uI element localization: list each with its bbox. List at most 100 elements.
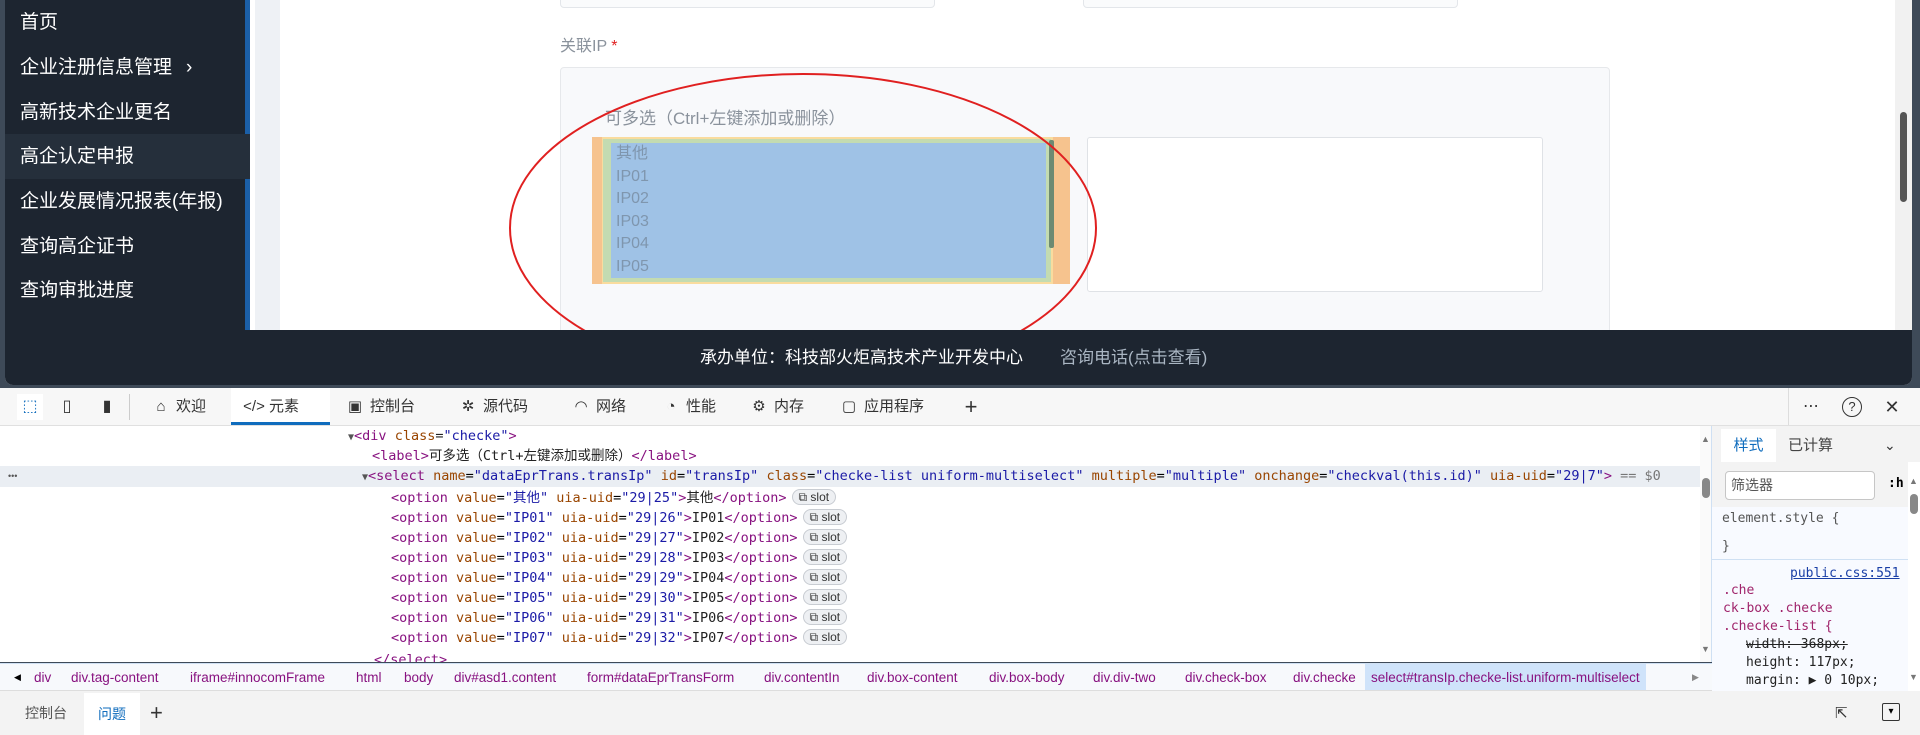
tab-computed[interactable]: 已计算	[1788, 429, 1833, 462]
node-actions-ellipsis[interactable]: •••	[8, 466, 17, 487]
stylesheet-source-link[interactable]: public.css:551	[1790, 564, 1900, 584]
option-text: IP05	[691, 590, 725, 606]
slot-badge[interactable]: ⧉ slot	[802, 529, 848, 545]
dom-node-option[interactable]: <option value="IP05" uia-uid="29|30">IP0…	[391, 588, 848, 608]
slot-badge[interactable]: ⧉ slot	[802, 549, 848, 565]
slot-label: slot	[821, 630, 841, 644]
scroll-down-icon[interactable]: ▼	[1909, 672, 1918, 682]
add-drawer-tab-icon[interactable]: +	[150, 691, 163, 735]
dom-node-option[interactable]: <option value="IP06" uia-uid="29|31">IP0…	[391, 608, 848, 628]
dom-node-option[interactable]: <option value="IP01" uia-uid="29|26">IP0…	[391, 508, 848, 528]
dom-node-label[interactable]: <label>可多选（Ctrl+左键添加或删除）</label>	[372, 446, 697, 466]
css-property[interactable]: height: 117px;	[1746, 653, 1856, 673]
breadcrumb-item[interactable]: div.tag-content	[71, 664, 159, 690]
breadcrumb-item[interactable]: html	[356, 664, 382, 690]
css-property[interactable]: margin: ▶ 0 10px;	[1746, 671, 1879, 691]
css-property-overridden[interactable]: width: 368px;	[1746, 635, 1848, 655]
divider	[1712, 559, 1908, 560]
dock-drawer-icon[interactable]: ⇱	[1835, 704, 1848, 722]
dom-node-div[interactable]: ▼<div class="checke">	[348, 426, 517, 446]
red-annotation-ellipse	[509, 73, 1097, 330]
element-style-rule[interactable]: element.style {	[1722, 509, 1839, 529]
elements-scrollbar[interactable]: ▲ ▼	[1700, 426, 1712, 662]
tab-label: 应用程序	[864, 398, 925, 415]
slot-badge[interactable]: ⧉ slot	[791, 489, 837, 505]
bug-icon: ✲	[461, 398, 475, 415]
dom-node-option[interactable]: <option value="IP02" uia-uid="29|27">IP0…	[391, 528, 848, 548]
drawer-tab-issues[interactable]: 问题	[84, 693, 140, 735]
breadcrumb-item[interactable]: div.div-two	[1093, 664, 1156, 690]
breadcrumb-item[interactable]: select#transIp.checke-list.uniform-multi…	[1365, 664, 1646, 690]
tab-performance[interactable]: ◔ 性能	[660, 388, 716, 425]
add-tab-icon[interactable]: +	[961, 396, 981, 418]
tab-console[interactable]: ▣ 控制台	[344, 388, 415, 425]
divider	[129, 394, 130, 420]
slot-badge[interactable]: ⧉ slot	[802, 589, 848, 605]
breadcrumb-item[interactable]: div.contentIn	[764, 664, 840, 690]
styles-scrollbar[interactable]: ▲ ▼	[1908, 462, 1920, 691]
slot-label: slot	[821, 570, 841, 584]
scroll-down-icon[interactable]: ▼	[1701, 644, 1710, 654]
page-scrollbar[interactable]	[1895, 0, 1912, 330]
breadcrumb-item[interactable]: iframe#innocomFrame	[190, 664, 325, 690]
scroll-up-icon[interactable]: ▲	[1909, 476, 1918, 486]
device-emulation-icon[interactable]: ▯	[57, 397, 77, 417]
console-icon: ▣	[347, 398, 363, 415]
reveal-icon: ⧉	[809, 570, 822, 584]
chevron-down-icon[interactable]: ⌄	[1884, 429, 1896, 462]
breadcrumb-item[interactable]: div.check-box	[1185, 664, 1267, 690]
scrollbar-thumb[interactable]	[1702, 478, 1710, 498]
dom-node-select-close[interactable]: </select>	[374, 650, 447, 662]
tab-styles[interactable]: 样式	[1721, 429, 1776, 462]
reveal-icon: ⧉	[809, 590, 822, 604]
attr-value: IP04	[512, 570, 546, 586]
dom-node-select[interactable]: ▼<select name="dataEprTrans.transIp" id=…	[362, 466, 1661, 486]
option-text: 其他	[686, 490, 714, 506]
attr-value: 29|32	[634, 630, 676, 646]
tab-label: 元素	[269, 398, 300, 415]
scroll-up-icon[interactable]: ▲	[1701, 434, 1710, 444]
scrollbar-thumb[interactable]	[1900, 112, 1907, 202]
slot-label: slot	[810, 490, 830, 504]
styles-filter-input[interactable]: 筛选器	[1725, 471, 1875, 500]
scroll-right-icon[interactable]: ▶	[1692, 664, 1699, 690]
breadcrumb-item[interactable]: div	[34, 664, 51, 690]
css-selector: ck-box .checke	[1723, 601, 1833, 616]
attr-value: 29|29	[634, 570, 676, 586]
tab-application[interactable]: ▢ 应用程序	[838, 388, 924, 425]
inspect-element-icon[interactable]: ⬚	[17, 394, 43, 420]
dom-node-option[interactable]: <option value="IP03" uia-uid="29|28">IP0…	[391, 548, 848, 568]
breadcrumb-item[interactable]: form#dataEprTransForm	[587, 664, 734, 690]
slot-badge[interactable]: ⧉ slot	[802, 509, 848, 525]
tab-memory[interactable]: ⚙ 内存	[748, 388, 804, 425]
dom-node-option[interactable]: <option value="其他" uia-uid="29|25">其他</o…	[391, 488, 837, 508]
hover-state-toggle[interactable]: :h	[1888, 476, 1904, 491]
dom-node-option[interactable]: <option value="IP07" uia-uid="29|32">IP0…	[391, 628, 848, 648]
breadcrumb-item[interactable]: div.box-body	[989, 664, 1065, 690]
attr-value: multiple	[1172, 468, 1238, 484]
scrollbar-thumb[interactable]	[1910, 494, 1918, 514]
scroll-left-icon[interactable]: ◀	[14, 664, 21, 690]
tab-sources[interactable]: ✲ 源代码	[457, 388, 528, 425]
tab-network[interactable]: ◠ 网络	[570, 388, 626, 425]
tab-elements[interactable]: </> 元素	[231, 388, 330, 425]
gauge-icon: ◔	[666, 398, 676, 415]
attr-value: 29|28	[634, 550, 676, 566]
slot-badge[interactable]: ⧉ slot	[802, 609, 848, 625]
drawer-tab-console[interactable]: 控制台	[25, 691, 67, 735]
slot-badge[interactable]: ⧉ slot	[802, 569, 848, 585]
sidebar-toggle-icon[interactable]: ▮	[97, 397, 117, 417]
breadcrumb-item[interactable]: body	[404, 664, 433, 690]
collapse-drawer-icon[interactable]: ▾	[1882, 703, 1900, 721]
tab-welcome[interactable]: ⌂ 欢迎	[150, 388, 206, 425]
slot-badge[interactable]: ⧉ slot	[802, 629, 848, 645]
breadcrumb-item[interactable]: div.checke	[1293, 664, 1356, 690]
breadcrumb-item[interactable]: div.box-content	[867, 664, 958, 690]
breadcrumb-item[interactable]: div#asd1.content	[454, 664, 556, 690]
help-icon[interactable]: ?	[1842, 397, 1862, 417]
contact-link[interactable]: 咨询电话(点击查看)	[1060, 330, 1207, 385]
reveal-icon: ⧉	[809, 530, 822, 544]
dom-node-option[interactable]: <option value="IP04" uia-uid="29|29">IP0…	[391, 568, 848, 588]
more-options-icon[interactable]: ⋯	[1801, 397, 1821, 417]
close-icon[interactable]: ✕	[1882, 397, 1902, 417]
